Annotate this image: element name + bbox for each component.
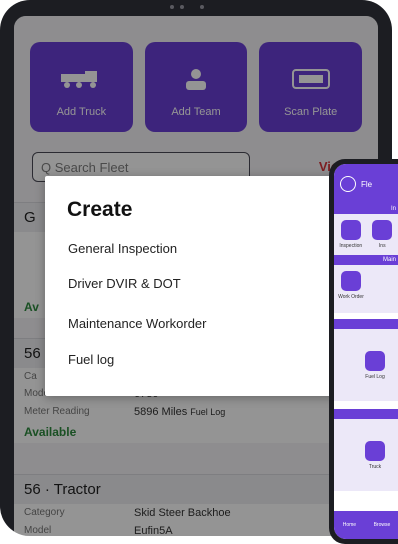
phone-screen: Fle In Inspection Ins Main Work Order Fu: [334, 164, 398, 539]
section-band: In: [334, 204, 398, 214]
nav-browse[interactable]: Browse: [374, 522, 391, 528]
item-label: Work Order: [338, 294, 364, 300]
inspection-button[interactable]: Inspection: [338, 220, 364, 249]
fuel-log-button[interactable]: Fuel Log: [362, 350, 388, 380]
section-band: [334, 409, 398, 419]
work-order-button[interactable]: Work Order: [338, 271, 364, 307]
dialog-title: Create: [67, 198, 133, 221]
item-label: Truck: [368, 463, 382, 470]
bottom-nav: Home Browse: [334, 511, 398, 539]
option-driver-dvir[interactable]: Driver DVIR & DOT: [68, 276, 181, 291]
option-fuel-log[interactable]: Fuel log: [68, 352, 114, 367]
section-band: [334, 319, 398, 329]
option-general-inspection[interactable]: General Inspection: [68, 241, 177, 256]
clipboard-icon: [340, 220, 361, 240]
item-label: Fuel Log: [365, 373, 385, 380]
item-label: Inspection: [339, 243, 363, 249]
maintenance-section: Work Order: [334, 265, 398, 313]
fuel-icon: [365, 350, 385, 371]
inspection-button-2[interactable]: Ins: [370, 220, 396, 249]
logo-icon: [340, 176, 356, 192]
truck-section: Truck: [334, 419, 398, 491]
document-icon: [341, 271, 361, 291]
phone-device: Fle In Inspection Ins Main Work Order Fu: [329, 159, 398, 544]
inspection-section: Inspection Ins: [334, 214, 398, 255]
truck-icon: [365, 440, 385, 461]
phone-title: Fle: [361, 179, 373, 189]
camera-dot: [180, 5, 184, 9]
edit-icon: [372, 220, 393, 240]
fuel-section: Fuel Log: [334, 329, 398, 401]
camera-dot: [200, 5, 204, 9]
option-maintenance-workorder[interactable]: Maintenance Workorder: [68, 316, 207, 331]
nav-home[interactable]: Home: [343, 522, 356, 528]
camera-dot: [170, 5, 174, 9]
truck-button[interactable]: Truck: [362, 440, 388, 470]
phone-header: Fle: [334, 164, 398, 204]
create-dialog: Create General Inspection Driver DVIR & …: [45, 176, 341, 396]
item-label: Ins: [378, 243, 386, 249]
section-band: Main: [334, 255, 398, 265]
